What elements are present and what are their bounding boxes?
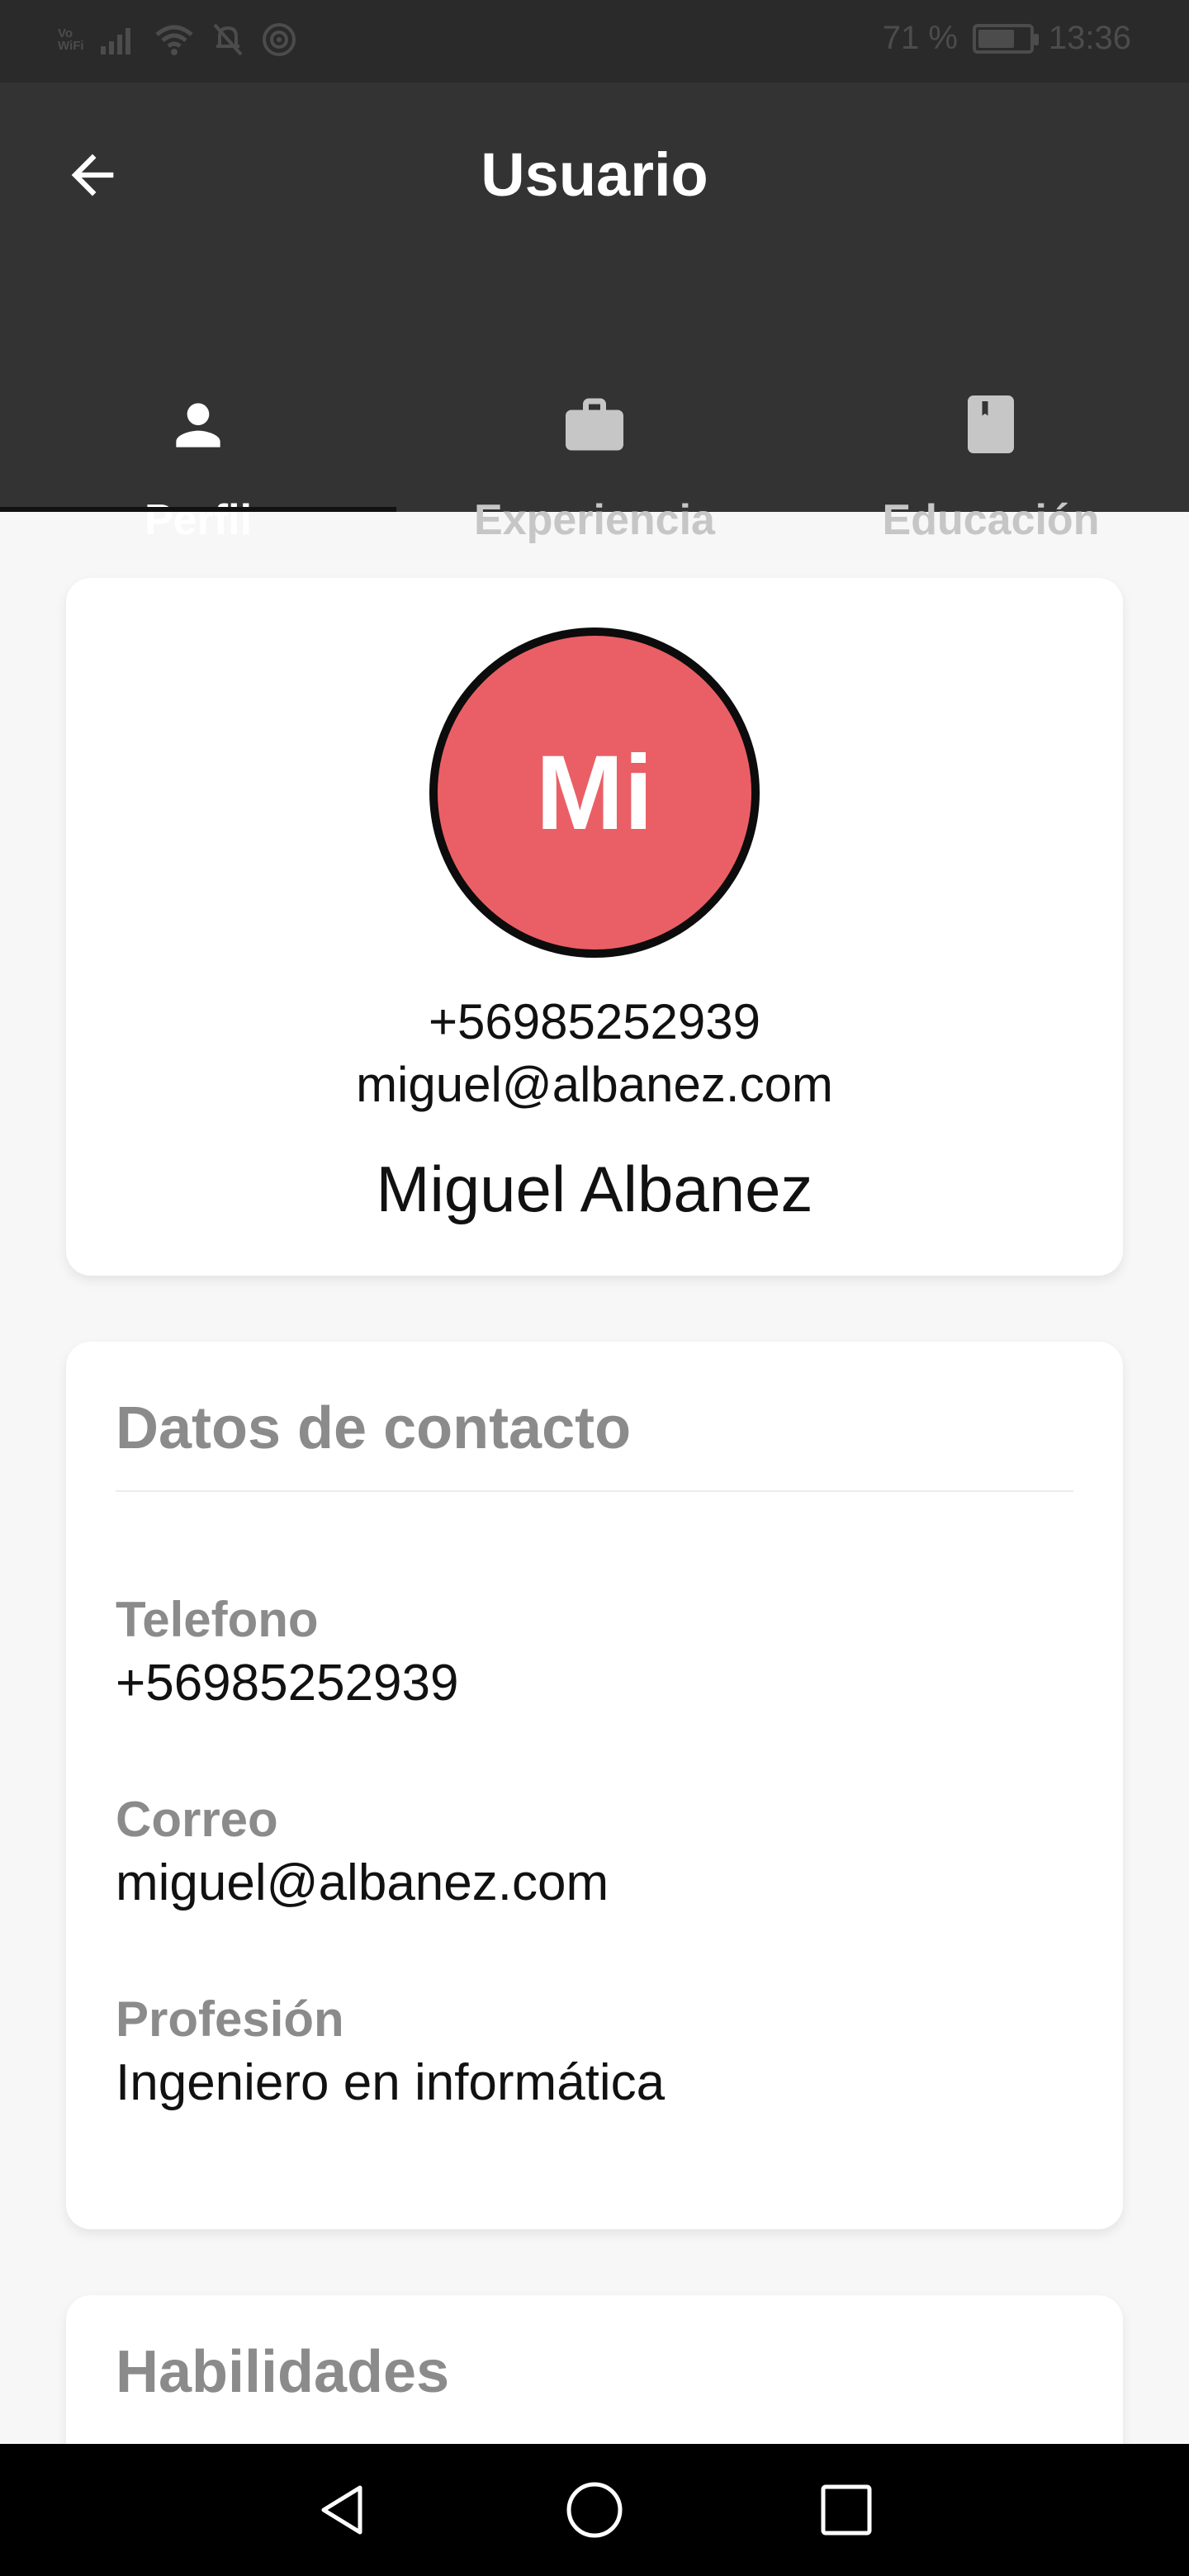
email-value: miguel@albanez.com bbox=[116, 1854, 609, 1911]
profession-label: Profesión bbox=[116, 1991, 344, 2047]
nav-back-button[interactable] bbox=[306, 2473, 380, 2547]
vowifi-indicator: Vo WiFi bbox=[58, 27, 84, 52]
email-label: Correo bbox=[116, 1792, 278, 1847]
battery-percent: 71 % bbox=[882, 20, 958, 56]
app-bar: Usuario Perfil Experiencia Educación bbox=[0, 83, 1189, 544]
square-recents-icon bbox=[821, 2484, 872, 2536]
triangle-back-icon bbox=[321, 2485, 362, 2535]
profile-phone: +56985252939 bbox=[428, 994, 761, 1049]
avatar: Mi bbox=[429, 627, 760, 958]
profession-value: Ingeniero en informática bbox=[116, 2054, 666, 2111]
book-icon bbox=[968, 395, 1014, 453]
battery-fill bbox=[978, 29, 1014, 48]
screen: Vo WiFi 71 % 13:36 Usuario Perfil Experi… bbox=[0, 0, 1189, 2576]
circle-home-icon bbox=[566, 2482, 623, 2538]
bell-off-icon bbox=[213, 23, 243, 56]
profile-email: miguel@albanez.com bbox=[356, 1057, 833, 1112]
vowifi-line1: Vo bbox=[58, 26, 73, 40]
tab-experiencia-label: Experiencia bbox=[474, 496, 715, 544]
phone-value: +56985252939 bbox=[116, 1655, 459, 1712]
status-bar: Vo WiFi 71 % 13:36 bbox=[0, 0, 1189, 83]
tab-perfil[interactable]: Perfil bbox=[0, 297, 396, 544]
profile-name: Miguel Albanez bbox=[376, 1153, 813, 1225]
tab-bar: Perfil Experiencia Educación bbox=[0, 297, 1189, 544]
section-divider bbox=[116, 1490, 1073, 1492]
briefcase-icon bbox=[566, 398, 623, 451]
nav-home-button[interactable] bbox=[557, 2473, 632, 2547]
navigation-bar bbox=[0, 2444, 1189, 2576]
contact-card: Datos de contacto Telefono +56985252939 … bbox=[66, 1342, 1123, 2229]
vowifi-line2: WiFi bbox=[58, 39, 84, 53]
tab-indicator bbox=[0, 507, 396, 512]
tab-experiencia[interactable]: Experiencia bbox=[396, 297, 793, 544]
hotspot-icon bbox=[262, 23, 296, 56]
status-icons-left: Vo WiFi bbox=[58, 21, 297, 58]
status-icons-right: 71 % 13:36 bbox=[883, 20, 1131, 57]
tab-educacion-label: Educación bbox=[882, 496, 1100, 544]
tab-educacion[interactable]: Educación bbox=[793, 297, 1189, 544]
nav-recents-button[interactable] bbox=[809, 2473, 883, 2547]
battery-icon bbox=[972, 23, 1039, 54]
clock: 13:36 bbox=[1048, 20, 1131, 56]
skills-section-title: Habilidades bbox=[116, 2339, 450, 2405]
profile-card: Mi +56985252939 miguel@albanez.com Migue… bbox=[66, 578, 1123, 1276]
wifi-icon bbox=[154, 25, 193, 55]
person-icon bbox=[176, 403, 220, 447]
phone-label: Telefono bbox=[116, 1592, 319, 1647]
contact-section-title: Datos de contacto bbox=[116, 1395, 632, 1461]
signal-icon bbox=[100, 28, 130, 54]
page-title: Usuario bbox=[481, 140, 708, 209]
tab-perfil-label: Perfil bbox=[144, 496, 253, 544]
